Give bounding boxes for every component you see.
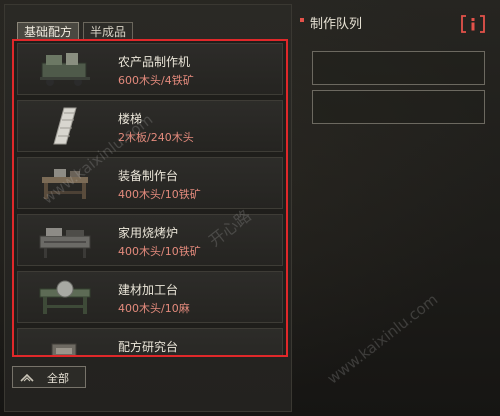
watermark-domain-2: www.kaixinlu.com (323, 290, 442, 388)
grill-icon (39, 228, 91, 258)
filter-label: 全部 (47, 372, 69, 385)
queue-title: 制作队列 (310, 17, 363, 32)
recipe-item-ladder[interactable]: 楼梯 2木板/240木头 (17, 100, 283, 152)
filter-chevron-icon (20, 373, 34, 382)
recipe-name: 装备制作台 (118, 169, 179, 183)
recipe-name: 配方研究台 (118, 340, 179, 354)
recipe-item-research-bench[interactable]: 配方研究台 (17, 328, 283, 355)
workbench-icon (42, 169, 88, 199)
recipe-cost: 400木头/10铁矿 (118, 245, 201, 258)
recipe-name: 农产品制作机 (118, 55, 191, 69)
recipe-name: 家用烧烤炉 (118, 226, 179, 240)
recipe-cost: 600木头/4铁矿 (118, 74, 194, 87)
recipe-item-farm-machine[interactable]: 农产品制作机 600木头/4铁矿 (17, 43, 283, 95)
recipe-name: 建材加工台 (118, 283, 179, 297)
filter-all-button[interactable]: 全部 (12, 366, 86, 388)
recipe-cost: 400木头/10麻 (118, 302, 190, 315)
recipe-name: 楼梯 (118, 112, 143, 126)
info-icon[interactable] (460, 14, 486, 34)
research-table-icon (51, 343, 77, 355)
recipe-cost: 400木头/10铁矿 (118, 188, 201, 201)
ladder-icon (53, 107, 77, 145)
recipe-list-highlight-frame: 农产品制作机 600木头/4铁矿 楼梯 2木板/240木头 装备制作台 400木… (12, 39, 288, 357)
queue-slot-1[interactable] (312, 51, 485, 85)
game-crafting-screen: 基础配方 半成品 农产品制作机 600木头/4铁矿 楼梯 2木板/240木头 装… (0, 0, 500, 416)
recipe-item-equipment-bench[interactable]: 装备制作台 400木头/10铁矿 (17, 157, 283, 209)
farm-machine-icon (40, 53, 90, 86)
recipe-item-home-grill[interactable]: 家用烧烤炉 400木头/10铁矿 (17, 214, 283, 266)
queue-bullet (300, 18, 304, 22)
saw-table-icon (39, 280, 91, 314)
queue-slot-2[interactable] (312, 90, 485, 124)
recipe-item-material-bench[interactable]: 建材加工台 400木头/10麻 (17, 271, 283, 323)
recipe-list[interactable]: 农产品制作机 600木头/4铁矿 楼梯 2木板/240木头 装备制作台 400木… (14, 41, 286, 355)
recipe-cost: 2木板/240木头 (118, 131, 194, 144)
crafting-queue-header: 制作队列 (300, 10, 490, 36)
